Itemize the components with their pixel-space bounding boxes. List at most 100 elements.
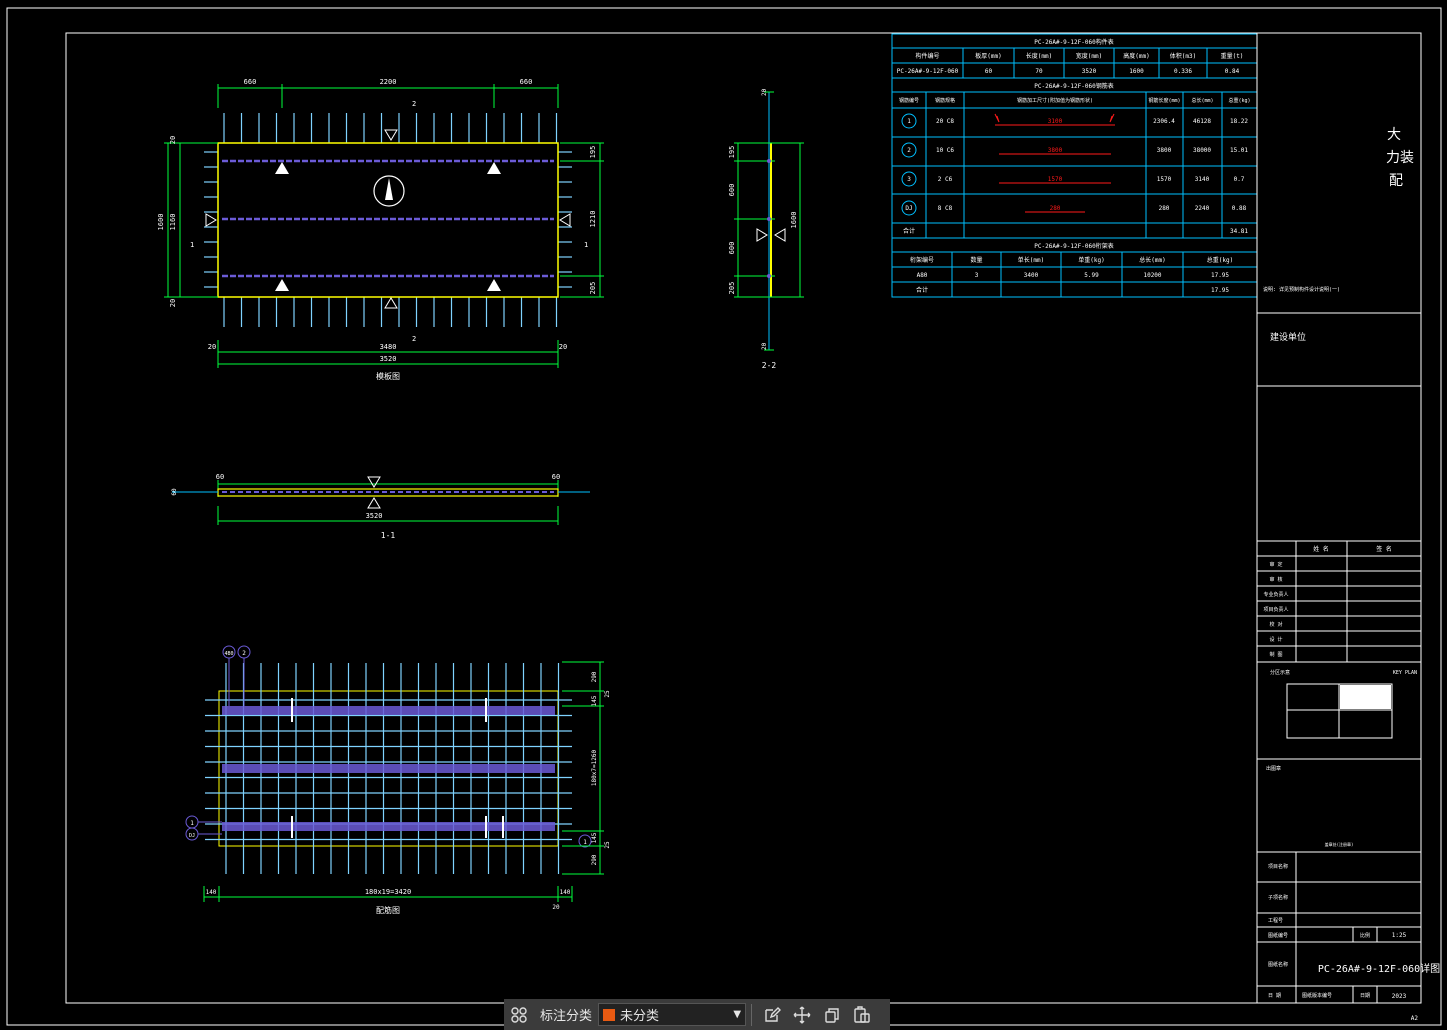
side-marker-icon	[559, 213, 571, 227]
table3-header: 桁架编号	[910, 256, 934, 264]
copy-button[interactable]	[817, 999, 847, 1030]
table1-cell: 3520	[1082, 68, 1097, 75]
rebar-bottom-dim-3: 140	[560, 889, 571, 896]
table1-cell: 0.84	[1225, 68, 1240, 75]
table3-header: 数量	[970, 256, 982, 264]
callout-1b: 1	[583, 839, 587, 846]
table1-header: 高度(mm)	[1123, 52, 1149, 60]
rebar-truss-1	[222, 706, 555, 715]
callout-2: 2	[242, 650, 246, 657]
rebar-truss-2	[222, 764, 555, 773]
sign-row-label: 制 图	[1269, 651, 1282, 658]
lift-point-icon	[487, 162, 501, 174]
tb-stamp-label: 出图章	[1266, 765, 1281, 772]
rebar-right-dim-4: 180x7=1260	[591, 750, 598, 787]
tb-stamp-sub: 盖章处(注册章)	[1325, 841, 1354, 847]
tb-vertical-2: 力装	[1386, 150, 1414, 166]
rebar-plan-view[interactable]: 4B0 2 1 DJ 1 290 25 145 180x7=1260 145 2…	[185, 645, 611, 915]
table3-sum-value: 17.95	[1211, 287, 1229, 294]
title-block: 大 力装 配 说明: 详见预制构件设计说明(一) 建设单位 姓 名 签 名 审 …	[1256, 33, 1440, 1022]
tb-scale-label: 比例	[1360, 932, 1370, 939]
tb-key-plan: KEY PLAN	[1393, 670, 1417, 676]
tb-note: 说明: 详见预制构件设计说明(一)	[1263, 286, 1340, 293]
tb-year: 2023	[1392, 993, 1407, 1000]
move-button[interactable]	[787, 999, 817, 1030]
sec22-dim-1: 195	[728, 146, 736, 159]
grid-apps-icon	[511, 1006, 527, 1023]
table2-spec: 2 C6	[938, 176, 953, 183]
plan-total-dim: 3520	[380, 355, 397, 363]
sec11-total: 3520	[366, 512, 383, 520]
toolbar-label: 标注分类	[540, 1009, 593, 1024]
tb-sub-project: 子项名称	[1268, 894, 1288, 901]
table3-header: 单长(mm)	[1018, 256, 1044, 264]
callout-4b0: 4B0	[224, 651, 233, 657]
side-marker-icon	[756, 228, 768, 242]
sec11-thick: 60	[171, 488, 178, 496]
plan-top-dim-1: 660	[244, 78, 257, 86]
table3-cell: A80	[917, 272, 928, 279]
table2-spec: 10 C6	[936, 147, 954, 154]
sec11-dim-right: 60	[552, 473, 560, 481]
section-2-2[interactable]: 20 20 195 600 600 205 1600 2-2	[728, 88, 804, 370]
rebar-right-dim-1: 290	[591, 671, 598, 682]
table1-header: 长度(mm)	[1026, 52, 1052, 60]
plan-left-dim-2: 1160	[169, 214, 177, 231]
category-selected: 未分类	[620, 1009, 660, 1024]
annotation-toolbar: 标注分类 未分类 ▼	[504, 999, 890, 1030]
inner-frame	[65, 32, 1422, 1004]
table1-cell: PC-26A#-9-12F-060	[897, 68, 959, 75]
table1-title: PC-26A#-9-12F-060构件表	[1034, 38, 1113, 46]
tb-sign-header-2: 签 名	[1376, 545, 1392, 553]
table3-header: 总重(kg)	[1207, 256, 1233, 264]
table2-shape-dim: 3100	[1048, 118, 1063, 125]
grid-apps-button[interactable]	[504, 999, 534, 1030]
category-select[interactable]: 未分类 ▼	[598, 1003, 747, 1026]
sec22-bottom-dim: 20	[761, 342, 768, 350]
table1-cell: 0.336	[1174, 68, 1192, 75]
table2-shape-dim: 3800	[1048, 147, 1063, 154]
table2-sum-label: 合计	[903, 227, 915, 235]
edit-button[interactable]	[757, 999, 787, 1030]
rebar-bottom-dim-1: 140	[206, 889, 217, 896]
sign-row-label: 审 定	[1269, 561, 1282, 568]
side-marker-icon	[367, 476, 381, 488]
plan-right-dim-2: 1210	[589, 211, 597, 228]
plan-bottom-dim-2: 3480	[380, 343, 397, 351]
table2-header: 总长(mm)	[1191, 97, 1213, 104]
table3-cell: 17.95	[1211, 272, 1229, 279]
table2-header: 钢筋加工尺寸(附加值为钢筋形状)	[1017, 97, 1093, 104]
plan-view[interactable]: 660 2200 660 2 2 1 1 1600 20 1160 20 195…	[157, 78, 604, 381]
table2-header: 总重(kg)	[1228, 97, 1250, 104]
paste-button[interactable]	[847, 999, 877, 1030]
category-color-swatch	[603, 1008, 616, 1021]
plan-cut-label-left: 1	[190, 241, 194, 249]
table2-no: 1	[907, 118, 911, 125]
plan-bottom-dim-3: 20	[559, 343, 567, 351]
section-1-1[interactable]: 60 60 60 3520 1-1	[171, 473, 590, 540]
plan-right-dim-3: 205	[589, 282, 597, 295]
plan-view-title: 模板图	[376, 371, 400, 381]
table2-wt: 18.22	[1230, 118, 1248, 125]
tb-client: 建设单位	[1270, 331, 1306, 343]
rebar-right-dim-3: 145	[591, 695, 598, 706]
table2-total: 2240	[1195, 205, 1210, 212]
table2-spec: 8 C8	[938, 205, 953, 212]
rebar-truss-3	[222, 822, 555, 831]
cad-drawing-canvas[interactable]: 660 2200 660 2 2 1 1 1600 20 1160 20 195…	[0, 0, 1447, 1030]
table3-title: PC-26A#-9-12F-060桁架表	[1034, 242, 1113, 250]
table1-cell: 70	[1035, 68, 1043, 75]
table2-len: 2306.4	[1153, 118, 1175, 125]
table3-header: 总长(mm)	[1139, 256, 1165, 264]
toolbar-divider	[751, 1003, 753, 1026]
table2-no: DJ	[905, 205, 912, 212]
key-plan-highlight	[1340, 685, 1391, 709]
table2-sum-value: 34.81	[1230, 228, 1248, 235]
tb-date-value: 图纸版本编号	[1302, 992, 1332, 999]
tb-sheet: A2	[1411, 1015, 1419, 1022]
sec11-slab	[217, 488, 559, 497]
tb-drawing-title: PC-26A#-9-12F-060详图	[1318, 962, 1440, 975]
side-marker-icon	[384, 297, 398, 309]
lift-point-icon	[487, 279, 501, 291]
plan-top-dim-2: 2200	[380, 78, 397, 86]
